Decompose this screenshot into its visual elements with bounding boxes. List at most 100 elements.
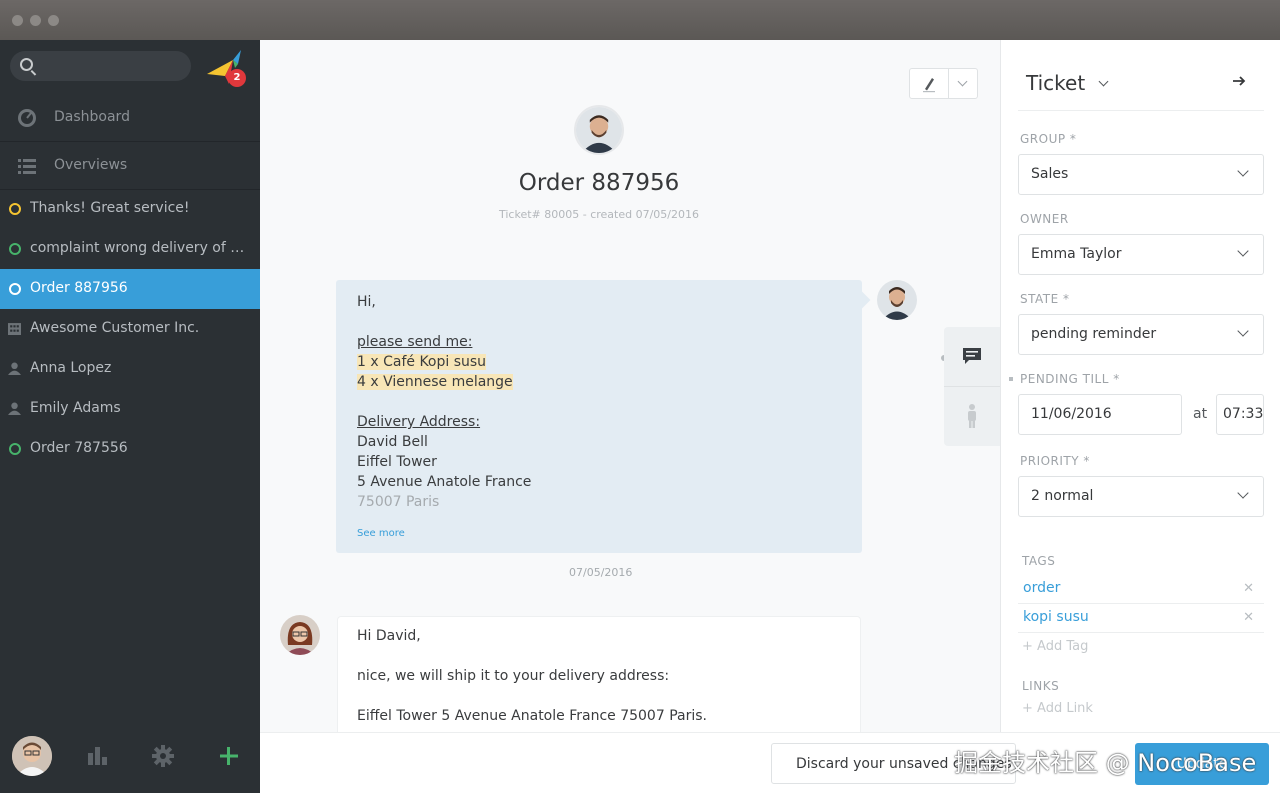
message-line: David Bell: [357, 434, 428, 450]
sidebar-item-label: Awesome Customer Inc.: [30, 320, 200, 336]
panel-title-label: Ticket: [1026, 71, 1086, 95]
state-label: STATE *: [1020, 292, 1070, 306]
links-label: LINKS: [1022, 679, 1060, 693]
message-line: Eiffel Tower 5 Avenue Anatole France 750…: [357, 708, 707, 724]
message-line: please send me:: [357, 334, 473, 350]
add-icon[interactable]: [218, 745, 240, 767]
watermark: 掘金技术社区 @ NocoBase: [954, 749, 1257, 777]
tag-item: order ✕: [1018, 575, 1264, 604]
owner-value: Emma Taylor: [1031, 246, 1122, 262]
indicator-dot: [1009, 377, 1013, 381]
sidebar-item-emily-adams[interactable]: Emily Adams: [0, 389, 260, 429]
nav-dashboard-label: Dashboard: [54, 109, 130, 125]
chevron-down-icon: [1237, 325, 1249, 337]
message-line: Hi,: [357, 294, 376, 310]
pending-date-value: 11/06/2016: [1031, 406, 1112, 422]
ticket-subtitle: Ticket# 80005 - created 07/05/2016: [498, 208, 699, 221]
close-window-dot[interactable]: [12, 15, 23, 26]
message-date: 07/05/2016: [569, 566, 633, 579]
priority-label: PRIORITY *: [1020, 454, 1090, 468]
ticket-attributes-panel: Ticket GROUP * Sales OWNER Emma Taylor S…: [1000, 40, 1280, 732]
pencil-icon[interactable]: [921, 75, 937, 93]
remove-tag-icon[interactable]: ✕: [1243, 581, 1254, 596]
nav-dashboard[interactable]: Dashboard: [0, 94, 260, 142]
sidebar-item-thanks-great-service[interactable]: Thanks! Great service!: [0, 189, 260, 229]
sidebar-item-anna-lopez[interactable]: Anna Lopez: [0, 349, 260, 389]
customer-message-avatar[interactable]: [877, 280, 917, 320]
sidebar-item-label: Order 787556: [30, 440, 128, 456]
group-value: Sales: [1031, 166, 1069, 182]
message-line: nice, we will ship it to your delivery a…: [357, 668, 670, 684]
divider: [944, 386, 1000, 387]
nav-overviews[interactable]: Overviews: [0, 142, 260, 190]
sidebar-item-label: Anna Lopez: [30, 360, 112, 376]
customer-message: Hi, please send me: 1 x Café Kopi susu 4…: [336, 280, 871, 553]
window-titlebar: [0, 0, 1280, 40]
search-input[interactable]: [10, 51, 191, 81]
sidebar-item-label: Order 887956: [30, 280, 128, 296]
dashboard-icon: [18, 109, 36, 127]
person-icon[interactable]: [966, 404, 978, 428]
maximize-window-dot[interactable]: [48, 15, 59, 26]
divider: [948, 69, 949, 98]
bubble-caret: [853, 291, 871, 309]
search-icon: [20, 58, 33, 71]
owner-label: OWNER: [1020, 212, 1069, 226]
pending-time-field[interactable]: 07:33: [1216, 394, 1264, 435]
sidebar-item-label: complaint wrong delivery of ord…: [30, 240, 250, 256]
chat-icon[interactable]: [962, 347, 982, 366]
state-select[interactable]: pending reminder: [1018, 314, 1264, 355]
sidebar-tabs: [944, 327, 1000, 446]
tag-name[interactable]: kopi susu: [1023, 609, 1089, 625]
nav-overviews-label: Overviews: [54, 157, 128, 173]
chevron-down-icon: [1098, 76, 1108, 87]
gear-icon[interactable]: [152, 745, 174, 767]
chevron-down-icon[interactable]: [957, 76, 968, 87]
message-line: 5 Avenue Anatole France: [357, 474, 532, 490]
sidebar-item-label: Emily Adams: [30, 400, 121, 416]
person-icon: [8, 362, 21, 375]
sidebar-item-awesome-customer[interactable]: Awesome Customer Inc.: [0, 309, 260, 349]
owner-select[interactable]: Emma Taylor: [1018, 234, 1264, 275]
arrow-right-icon[interactable]: [1232, 74, 1246, 88]
sidebar-item-complaint[interactable]: complaint wrong delivery of ord…: [0, 229, 260, 269]
user-avatar[interactable]: [12, 736, 52, 776]
ticket-main: Order 887956 Ticket# 80005 - created 07/…: [260, 40, 1000, 732]
status-ring-icon: [9, 283, 21, 295]
pending-till-label: PENDING TILL *: [1020, 372, 1120, 386]
priority-select[interactable]: 2 normal: [1018, 476, 1264, 517]
group-select[interactable]: Sales: [1018, 154, 1264, 195]
panel-title[interactable]: Ticket: [1026, 71, 1108, 95]
status-ring-icon: [9, 203, 21, 215]
message-line: Hi David,: [357, 628, 421, 644]
priority-value: 2 normal: [1031, 488, 1094, 504]
message-line: Eiffel Tower: [357, 454, 437, 470]
status-ring-icon: [9, 243, 21, 255]
message-line: 75007 Paris: [357, 494, 440, 510]
pending-date-field[interactable]: 11/06/2016: [1018, 394, 1182, 435]
sidebar-footer: [0, 733, 260, 793]
status-ring-icon: [9, 443, 21, 455]
customer-avatar[interactable]: [574, 105, 624, 155]
divider: [1018, 110, 1264, 111]
sidebar-item-order-887956[interactable]: Order 887956: [0, 269, 260, 309]
add-link-link[interactable]: + Add Link: [1022, 701, 1093, 716]
sidebar-item-order-787556[interactable]: Order 787556: [0, 429, 260, 469]
highlighted-item: 1 x Café Kopi susu: [357, 354, 487, 370]
agent-message-avatar[interactable]: [280, 615, 320, 655]
person-icon: [8, 402, 21, 415]
notification-badge: 2: [228, 69, 246, 87]
tag-item: kopi susu ✕: [1018, 604, 1264, 633]
add-tag-link[interactable]: + Add Tag: [1022, 639, 1088, 654]
pending-time-value: 07:33: [1223, 406, 1264, 422]
sidebar: 2 Dashboard Overviews Thanks! Great serv…: [0, 40, 260, 793]
see-more-link[interactable]: See more: [357, 524, 841, 544]
tags-label: TAGS: [1022, 554, 1056, 568]
minimize-window-dot[interactable]: [30, 15, 41, 26]
stats-icon[interactable]: [86, 745, 108, 767]
remove-tag-icon[interactable]: ✕: [1243, 610, 1254, 625]
agent-message: Hi David, nice, we will ship it to your …: [338, 617, 860, 732]
highlighted-item: 4 x Viennese melange: [357, 374, 513, 390]
tag-name[interactable]: order: [1023, 580, 1060, 596]
list-icon: [18, 159, 36, 174]
